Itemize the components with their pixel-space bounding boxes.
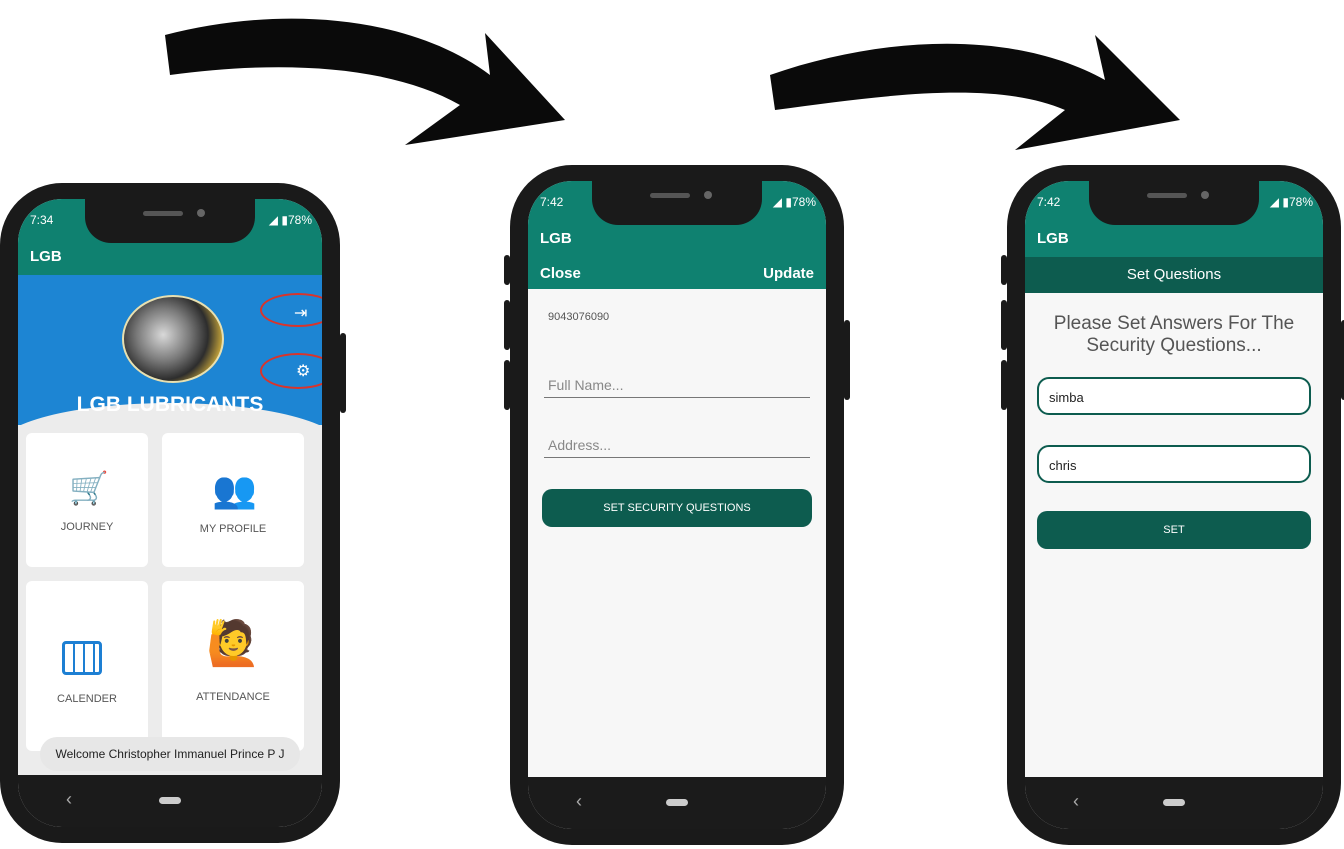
phone-number: 9043076090	[548, 311, 610, 323]
tile-label: MY PROFILE	[199, 523, 267, 535]
home-pill[interactable]	[1163, 799, 1185, 806]
status-time: 7:34	[30, 213, 54, 227]
profile-header: ⇥ ⚙ LGB LUBRICANTS	[18, 275, 322, 447]
phone-home-screen: 7:34 ◢ ▮78% LGB ⇥ ⚙ LGB LUBRICANTS 🛒 JOU…	[0, 183, 346, 843]
set-security-questions-button[interactable]: SET SECURITY QUESTIONS	[542, 489, 812, 527]
android-nav-bar: ‹	[528, 777, 826, 829]
delivery-cart-icon: 🛒	[69, 470, 109, 506]
tile-calender[interactable]: CALENDER	[26, 581, 148, 751]
action-bar: Close Update	[528, 257, 826, 289]
security-prompt: Please Set Answers For The Security Ques…	[1053, 313, 1295, 356]
battery-level: ◢ ▮78%	[772, 195, 816, 209]
back-icon[interactable]: ‹	[1073, 791, 1079, 812]
phone-set-questions: 7:42 ◢ ▮78% LGB Set Questions Please Set…	[1001, 165, 1344, 845]
address-field[interactable]: Address...	[544, 437, 810, 458]
tile-label: JOURNEY	[60, 521, 114, 533]
tile-journey[interactable]: 🛒 JOURNEY	[26, 433, 148, 567]
app-title: LGB	[528, 221, 826, 257]
answer-two-input[interactable]: chris	[1037, 445, 1311, 483]
tile-label: ATTENDANCE	[196, 691, 270, 703]
set-button[interactable]: SET	[1037, 511, 1311, 549]
battery-level: ◢ ▮78%	[268, 213, 312, 227]
back-icon[interactable]: ‹	[66, 789, 72, 810]
android-nav-bar: ‹	[18, 775, 322, 827]
calendar-icon	[62, 641, 102, 675]
arrow-right-2	[770, 35, 1180, 150]
status-time: 7:42	[540, 195, 564, 209]
android-nav-bar: ‹	[1025, 777, 1323, 829]
answer-one-input[interactable]: simba	[1037, 377, 1311, 415]
tile-label: CALENDER	[57, 693, 117, 705]
settings-highlight	[260, 353, 322, 389]
full-name-field[interactable]: Full Name...	[544, 377, 810, 398]
phone-profile-edit: 7:42 ◢ ▮78% LGB Close Update 9043076090 …	[504, 165, 850, 845]
battery-level: ◢ ▮78%	[1269, 195, 1313, 209]
menu-grid: 🛒 JOURNEY 👥 MY PROFILE CALENDER 🙋 ATTEND…	[18, 425, 322, 775]
home-pill[interactable]	[159, 797, 181, 804]
set-questions-header: Set Questions	[1025, 257, 1323, 293]
users-icon: 👥	[212, 469, 257, 510]
tile-attendance[interactable]: 🙋 ATTENDANCE	[162, 581, 304, 751]
back-icon[interactable]: ‹	[576, 791, 582, 812]
app-title: LGB	[1025, 221, 1323, 257]
engine-logo-image	[122, 295, 224, 383]
waving-person-icon: 🙋	[206, 619, 261, 668]
company-name: LGB LUBRICANTS	[76, 393, 264, 416]
home-pill[interactable]	[666, 799, 688, 806]
update-button[interactable]: Update	[763, 265, 814, 282]
app-title: LGB	[18, 239, 322, 275]
logout-highlight	[260, 293, 322, 327]
welcome-toast: Welcome Christopher Immanuel Prince P J	[40, 737, 300, 771]
close-button[interactable]: Close	[540, 265, 581, 282]
arrow-right-1	[165, 18, 565, 145]
status-time: 7:42	[1037, 195, 1061, 209]
tile-my-profile[interactable]: 👥 MY PROFILE	[162, 433, 304, 567]
